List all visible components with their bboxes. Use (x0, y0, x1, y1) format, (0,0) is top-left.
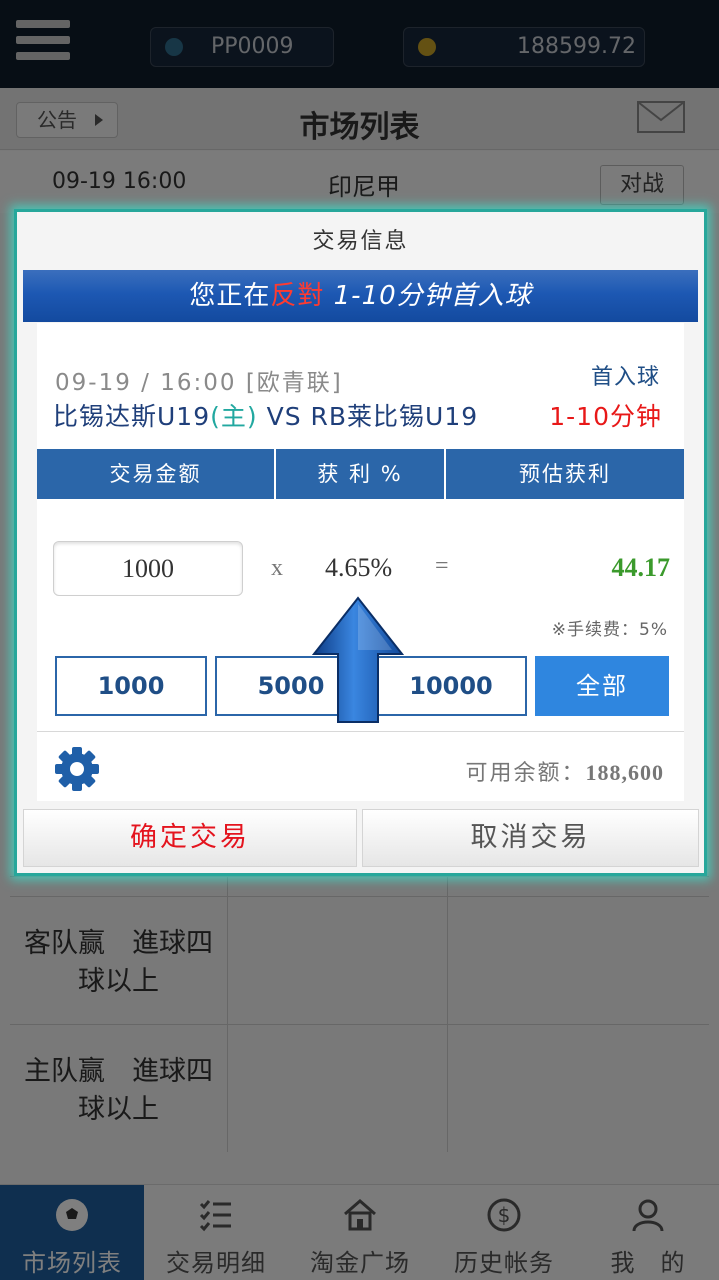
available-balance-value: 188,600 (585, 760, 664, 785)
trade-card: 09-19 / 16:00 [欧青联] 首入球 比锡达斯U19(主) VS RB… (37, 323, 684, 801)
away-team: RB莱比锡U19 (310, 402, 479, 431)
cancel-trade-button[interactable]: 取消交易 (362, 809, 699, 867)
match-datetime: 09-19 / 16:00 [欧青联] (55, 370, 343, 396)
all-amount-button[interactable]: 全部 (535, 656, 669, 716)
header-amount: 交易金额 (37, 449, 274, 499)
amount-input[interactable]: 1000 (53, 541, 243, 596)
multiply-sign: x (271, 555, 283, 581)
banner-market: 1-10分钟首入球 (333, 281, 532, 311)
available-balance: 可用余额：188,600 (465, 760, 664, 786)
up-arrow-icon (312, 596, 404, 723)
est-profit-value: 44.17 (611, 553, 671, 582)
header-profit-rate: 获 利 % (276, 449, 444, 499)
selection-label: 1-10分钟 (549, 402, 662, 431)
divider (37, 731, 684, 732)
modal-title: 交易信息 (312, 229, 409, 254)
header-est-profit: 预估获利 (446, 449, 684, 499)
market-type: 首入球 (590, 365, 660, 390)
profit-rate-value: 4.65% (325, 553, 393, 582)
trade-banner: 您正在反對 1-10分钟首入球 (23, 270, 698, 322)
banner-action: 反對 (270, 281, 325, 311)
trade-table-header: 交易金额 获 利 % 预估获利 (37, 449, 684, 499)
quick-amount-1000-button[interactable]: 1000 (55, 656, 207, 716)
vs-label: VS (266, 402, 302, 431)
gear-icon[interactable] (53, 745, 101, 793)
match-teams: 比锡达斯U19(主) VS RB莱比锡U19 (53, 397, 478, 433)
match-league: [欧青联] (245, 370, 343, 396)
home-tag: (主) (210, 402, 258, 431)
equals-sign: = (435, 553, 449, 579)
trade-info-modal: 交易信息 您正在反對 1-10分钟首入球 09-19 / 16:00 [欧青联]… (14, 209, 707, 876)
fee-note: ※手续费：5% (551, 620, 668, 640)
home-team: 比锡达斯U19 (53, 402, 211, 431)
confirm-trade-button[interactable]: 确定交易 (23, 809, 357, 867)
